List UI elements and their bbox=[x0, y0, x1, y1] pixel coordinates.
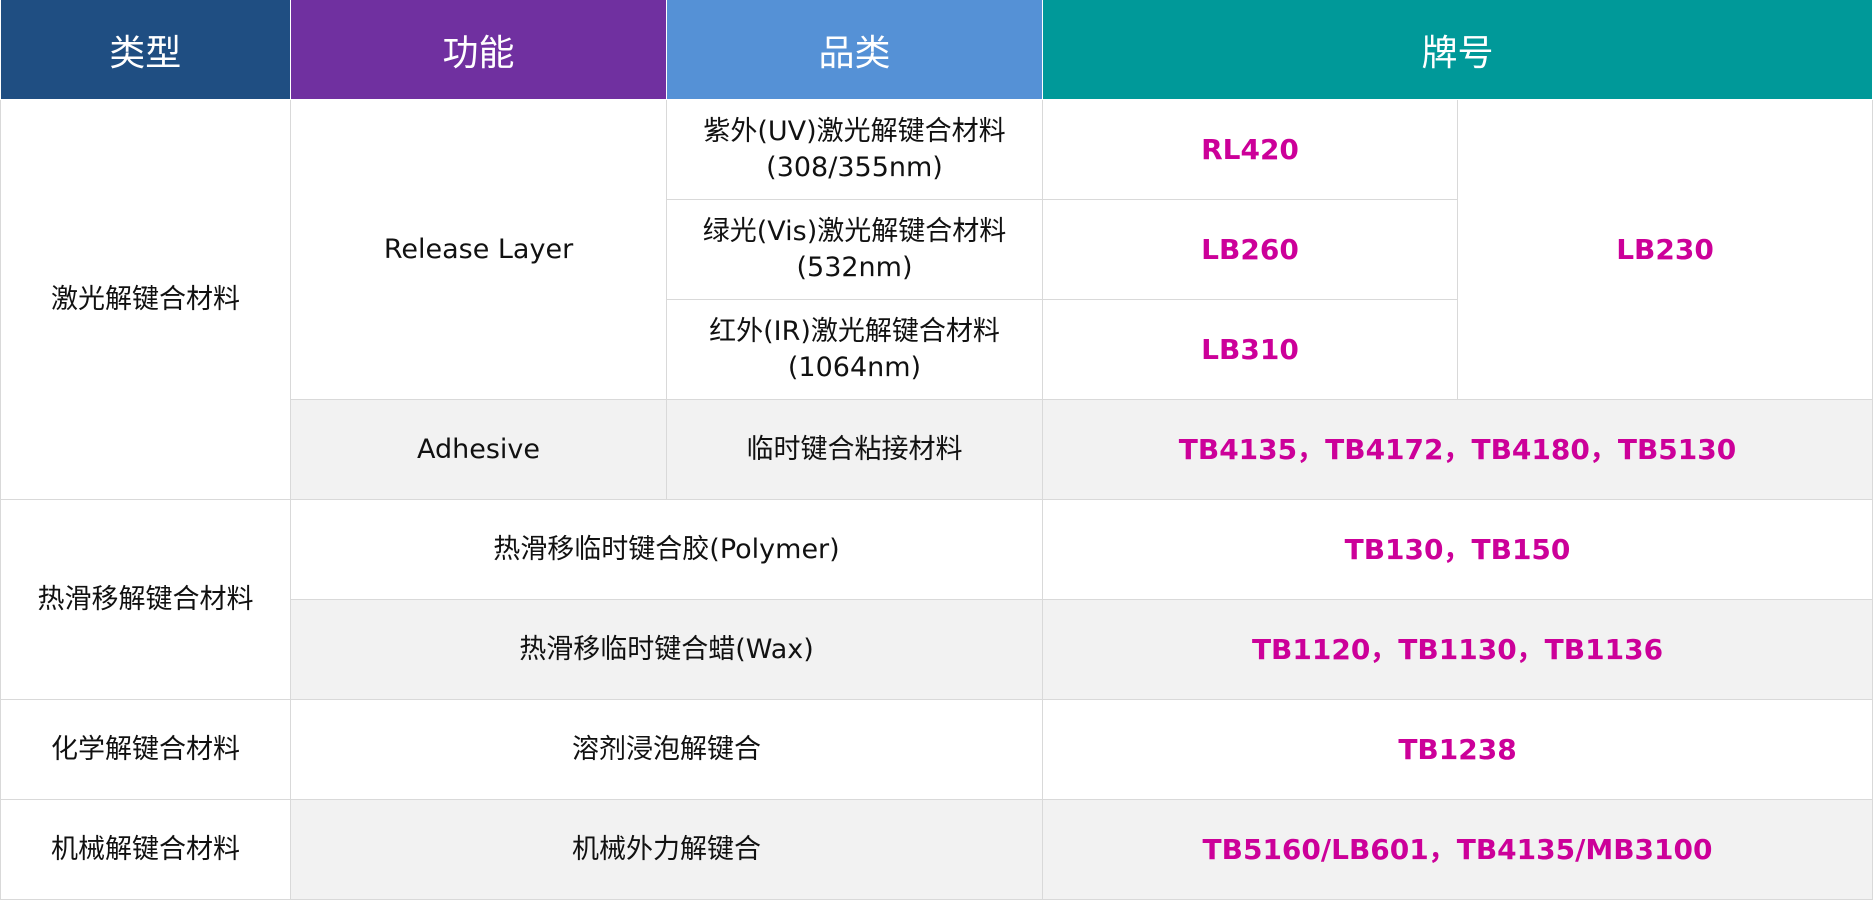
category-vis-line1: 绿光(Vis)激光解键合材料 bbox=[702, 215, 1007, 247]
type-cell-thermal: 热滑移解键合材料 bbox=[0, 499, 291, 700]
product-table: 类型 功能 品类 牌号 激光解键合材料 Release Layer 紫外(UV)… bbox=[0, 0, 1873, 900]
category-cell-ir: 红外(IR)激光解键合材料 (1064nm) bbox=[666, 299, 1043, 400]
table-row: 机械解键合材料 机械外力解键合 TB5160/LB601，TB4135/MB31… bbox=[0, 799, 1873, 900]
brand-cell-shared: LB230 bbox=[1456, 99, 1873, 400]
header-brand: 牌号 bbox=[1042, 0, 1873, 100]
category-uv-line2: (308/355nm) bbox=[766, 151, 943, 183]
brand-cell-mechanical: TB5160/LB601，TB4135/MB3100 bbox=[1041, 799, 1873, 900]
category-cell-chemical: 溶剂浸泡解键合 bbox=[290, 699, 1043, 800]
category-uv-line1: 紫外(UV)激光解键合材料 bbox=[703, 115, 1006, 147]
type-cell-mechanical: 机械解键合材料 bbox=[0, 799, 291, 900]
category-cell-adhesive: 临时键合粘接材料 bbox=[666, 399, 1043, 500]
category-cell-wax: 热滑移临时键合蜡(Wax) bbox=[290, 599, 1043, 700]
table-row: 激光解键合材料 Release Layer 紫外(UV)激光解键合材料 (308… bbox=[0, 99, 1873, 500]
category-vis-line2: (532nm) bbox=[796, 251, 913, 283]
category-cell-uv: 紫外(UV)激光解键合材料 (308/355nm) bbox=[666, 99, 1043, 200]
table-row: 热滑移解键合材料 热滑移临时键合胶(Polymer) TB130，TB150 bbox=[0, 499, 1873, 700]
type-cell-chemical: 化学解键合材料 bbox=[0, 699, 291, 800]
brand-cell-vis: LB260 bbox=[1042, 199, 1458, 300]
brand-cell-adhesive: TB4135，TB4172，TB4180，TB5130 bbox=[1041, 399, 1873, 500]
brand-cell-polymer: TB130，TB150 bbox=[1041, 499, 1873, 600]
category-cell-vis: 绿光(Vis)激光解键合材料 (532nm) bbox=[666, 199, 1043, 300]
brand-cell-ir: LB310 bbox=[1042, 299, 1458, 400]
header-row: 类型 功能 品类 牌号 bbox=[0, 0, 1873, 100]
header-type: 类型 bbox=[0, 0, 291, 100]
header-category: 品类 bbox=[666, 0, 1043, 100]
brand-cell-chemical: TB1238 bbox=[1041, 699, 1873, 800]
type-cell-laser: 激光解键合材料 bbox=[0, 99, 291, 500]
header-function: 功能 bbox=[290, 0, 667, 100]
category-cell-polymer: 热滑移临时键合胶(Polymer) bbox=[290, 499, 1043, 600]
category-ir-line2: (1064nm) bbox=[787, 351, 922, 383]
brand-cell-uv: RL420 bbox=[1042, 99, 1458, 200]
function-cell-release-layer: Release Layer bbox=[290, 99, 667, 400]
table-row: 化学解键合材料 溶剂浸泡解键合 TB1238 bbox=[0, 699, 1873, 800]
category-ir-line1: 红外(IR)激光解键合材料 bbox=[709, 315, 1000, 347]
category-cell-mechanical: 机械外力解键合 bbox=[290, 799, 1043, 900]
brand-cell-wax: TB1120，TB1130，TB1136 bbox=[1041, 599, 1873, 700]
function-cell-adhesive: Adhesive bbox=[290, 399, 667, 500]
